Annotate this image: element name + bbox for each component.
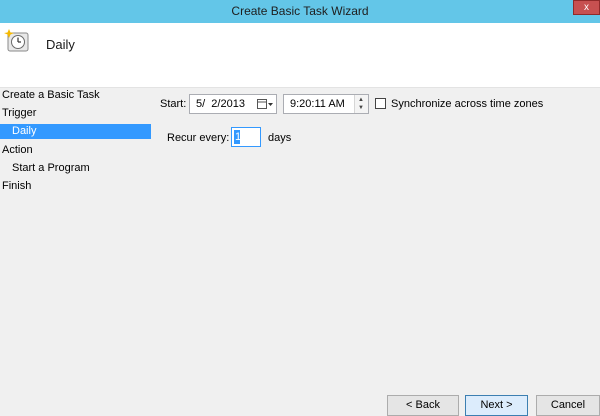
- cancel-button[interactable]: Cancel: [536, 395, 600, 416]
- recur-days-value: 1: [235, 131, 242, 143]
- window-title: Create Basic Task Wizard: [231, 4, 369, 18]
- nav-step-start-a-program[interactable]: Start a Program: [0, 161, 90, 176]
- close-button[interactable]: x: [573, 0, 600, 15]
- page-title: Daily: [46, 37, 75, 52]
- start-date-picker[interactable]: 5/ 2/2013: [189, 94, 277, 114]
- recur-label: Recur every:: [167, 132, 230, 144]
- nav-step-action[interactable]: Action: [0, 143, 33, 158]
- sync-time-zones-checkbox[interactable]: [375, 98, 386, 109]
- sync-time-zones-label: Synchronize across time zones: [391, 98, 544, 110]
- recur-unit-label: days: [268, 132, 292, 144]
- nav-step-daily[interactable]: Daily: [0, 124, 151, 139]
- wizard-header: Daily: [0, 23, 600, 88]
- title-bar: Create Basic Task Wizard x: [0, 0, 600, 23]
- time-spinner[interactable]: ▲ ▼: [354, 95, 368, 113]
- start-label: Start:: [160, 98, 187, 110]
- start-time-picker[interactable]: 9:20:11 AM ▲ ▼: [283, 94, 369, 114]
- spin-up-icon[interactable]: ▲: [358, 97, 364, 103]
- calendar-dropdown-icon[interactable]: [257, 98, 273, 110]
- nav-step-create-basic-task[interactable]: Create a Basic Task: [0, 88, 100, 103]
- start-time-value: 9:20:11 AM: [290, 98, 345, 110]
- next-button[interactable]: Next >: [465, 395, 528, 416]
- spin-down-icon[interactable]: ▼: [358, 105, 364, 111]
- nav-step-trigger[interactable]: Trigger: [0, 106, 36, 121]
- back-button[interactable]: < Back: [387, 395, 459, 416]
- start-date-value: 5/ 2/2013: [196, 98, 245, 110]
- nav-step-finish[interactable]: Finish: [0, 179, 31, 194]
- recur-days-input[interactable]: 1: [231, 127, 261, 147]
- task-clock-icon: [4, 29, 29, 52]
